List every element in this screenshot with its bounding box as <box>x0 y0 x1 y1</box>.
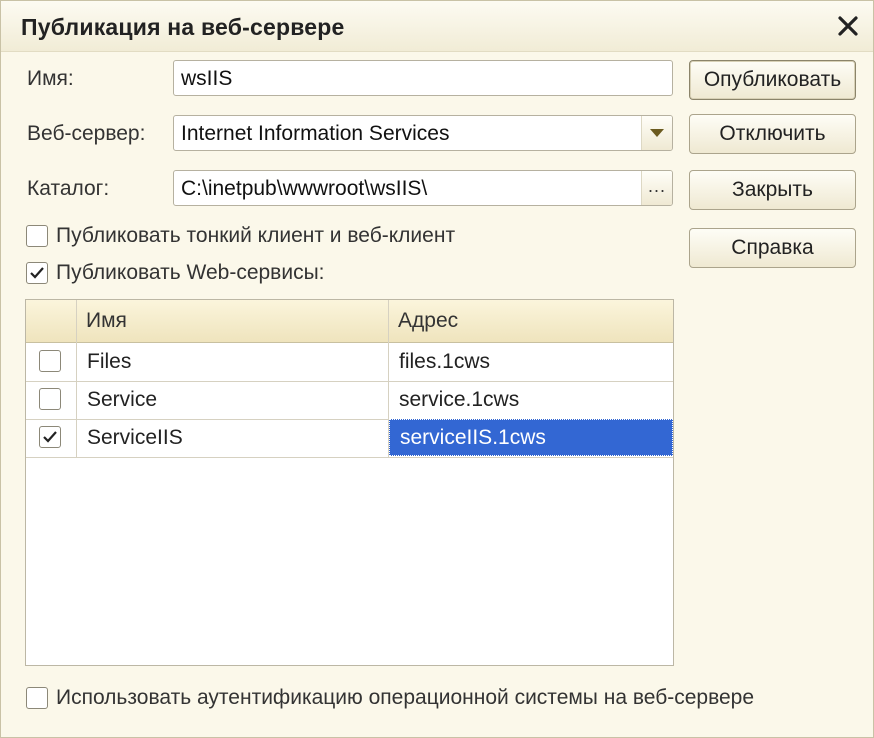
catalog-label: Каталог: <box>27 177 110 200</box>
close-icon <box>838 16 858 36</box>
checkmark-icon <box>43 431 57 443</box>
row-checkbox[interactable] <box>39 350 61 372</box>
row-address[interactable]: service.1cws <box>389 381 673 418</box>
services-table[interactable]: Имя Адрес Files files.1cws Service servi… <box>25 299 674 666</box>
publish-button[interactable]: Опубликовать <box>689 60 856 100</box>
web-services-checkbox[interactable] <box>26 262 48 284</box>
help-button[interactable]: Справка <box>689 228 856 268</box>
thin-client-label: Публиковать тонкий клиент и веб-клиент <box>56 224 456 247</box>
table-row[interactable]: Files files.1cws <box>26 343 673 382</box>
row-name: Files <box>87 350 132 373</box>
name-input[interactable]: wsIIS <box>173 60 673 96</box>
catalog-input[interactable]: C:\inetpub\wwwroot\wsIIS\ ... <box>173 170 673 206</box>
web-server-value: Internet Information Services <box>181 122 450 145</box>
os-auth-checkbox[interactable] <box>26 687 48 709</box>
row-name: ServiceIIS <box>87 426 183 449</box>
close-button[interactable]: Закрыть <box>689 170 856 210</box>
row-name: Service <box>87 388 158 411</box>
close-window-button[interactable] <box>831 9 865 43</box>
chevron-down-icon <box>650 128 664 137</box>
checkmark-icon <box>30 267 44 279</box>
name-label: Имя: <box>27 67 74 90</box>
row-address[interactable]: files.1cws <box>389 343 673 380</box>
table-header: Имя Адрес <box>26 300 673 343</box>
column-header-address[interactable]: Адрес <box>388 300 673 342</box>
web-services-label: Публиковать Web-сервисы: <box>56 261 325 284</box>
table-row[interactable]: ServiceIIS serviceIIS.1cws <box>26 419 673 458</box>
row-checkbox[interactable] <box>39 426 61 448</box>
catalog-value: C:\inetpub\wwwroot\wsIIS\ <box>181 177 428 200</box>
catalog-browse-button[interactable]: ... <box>641 171 672 205</box>
title-bar: Публикация на веб-сервере <box>1 1 873 52</box>
window-title: Публикация на веб-сервере <box>21 14 345 40</box>
web-server-select[interactable]: Internet Information Services <box>173 115 673 151</box>
thin-client-checkbox[interactable] <box>26 225 48 247</box>
web-server-label: Веб-сервер: <box>27 122 146 145</box>
disable-button[interactable]: Отключить <box>689 114 856 154</box>
row-address-selected[interactable]: serviceIIS.1cws <box>389 419 673 456</box>
row-checkbox[interactable] <box>39 388 61 410</box>
ellipsis-icon: ... <box>647 175 666 196</box>
column-header-name[interactable]: Имя <box>76 300 388 342</box>
web-server-dropdown-button[interactable] <box>641 116 672 150</box>
publish-dialog: Публикация на веб-сервере Имя: wsIIS Веб… <box>0 0 874 738</box>
table-row[interactable]: Service service.1cws <box>26 381 673 420</box>
os-auth-label: Использовать аутентификацию операционной… <box>56 686 755 709</box>
